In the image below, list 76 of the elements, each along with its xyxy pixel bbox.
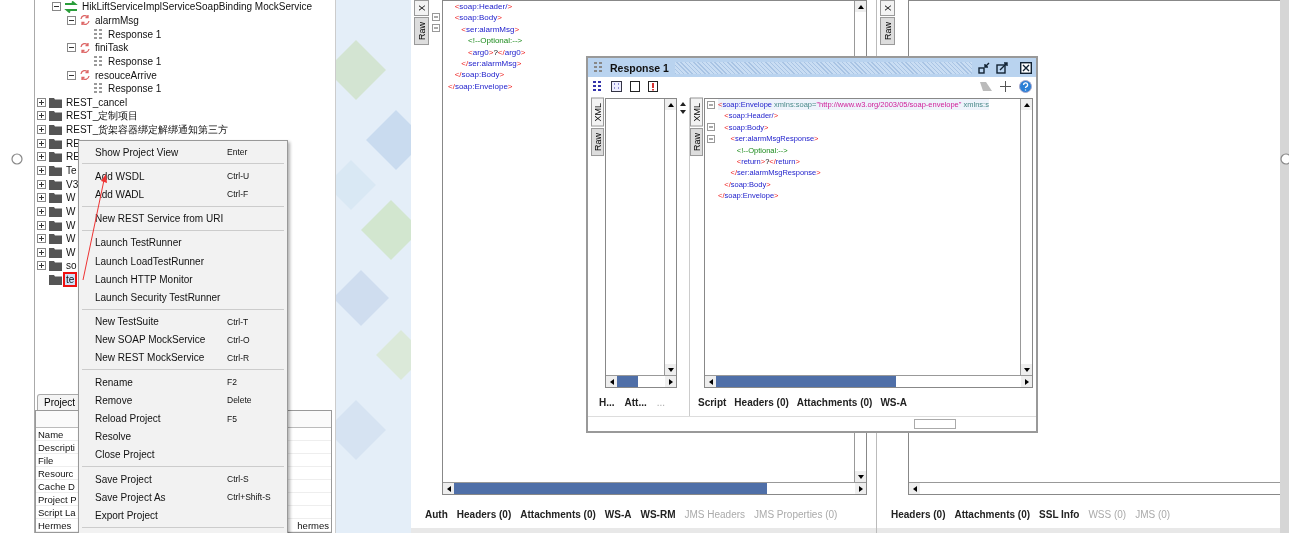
xml-line: <!--Optional:--> (467, 35, 523, 47)
xml-line: <soap:Body> (453, 12, 502, 24)
tree-item[interactable]: Response 1 (107, 83, 163, 95)
menu-item[interactable]: Add WADL Ctrl-F (79, 185, 287, 204)
tree-item[interactable]: W (65, 205, 77, 217)
tree-item[interactable]: REST_货架容器绑定解绑通知第三方 (65, 122, 230, 137)
menu-item[interactable]: Save Project As Ctrl+Shift-S (79, 488, 287, 507)
tree-item[interactable]: REST_cancel (65, 96, 129, 108)
property-name: Hermes (38, 519, 72, 531)
tree-item[interactable]: W (65, 192, 77, 204)
editor-tab[interactable]: WS-A (880, 396, 908, 408)
menu-item[interactable]: New REST MockService Ctrl-R (79, 348, 287, 368)
menu-item[interactable]: Resolve (79, 427, 287, 446)
tree-item[interactable]: resouceArrive (94, 69, 158, 81)
window-title: Response 1 (610, 61, 669, 74)
view-tab[interactable]: Raw (591, 127, 604, 156)
view-tab[interactable]: XML (591, 98, 604, 127)
property-name: Descripti (38, 441, 75, 453)
tree-item[interactable]: Te (65, 165, 78, 176)
tree-item[interactable]: V3 (65, 178, 80, 190)
tree-item[interactable]: finiTask (94, 42, 130, 54)
editor-tab[interactable]: Headers (0) (891, 509, 946, 520)
view-tab[interactable]: Raw (690, 127, 703, 156)
property-name: Cache D (38, 480, 75, 492)
tree-item[interactable]: HikLiftServiceImplServiceSoapBinding MockService (81, 1, 314, 13)
menu-item[interactable]: Launch HTTP Monitor (79, 270, 287, 289)
menu-item[interactable]: Rename F2 (79, 373, 287, 392)
property-name: Project P (38, 493, 77, 505)
editor-tab[interactable]: Auth (425, 509, 448, 520)
editor-tab[interactable]: Attachments (0) (954, 509, 1031, 520)
editor-tab[interactable]: Headers (0) (456, 509, 512, 520)
xml-line: </ser:alarmMsg> (460, 57, 522, 70)
menu-item[interactable]: Launch LoadTestRunner (79, 251, 287, 271)
xml-line: <arg0>?</arg0> (467, 46, 526, 58)
tree-item[interactable]: alarmMsg (94, 14, 140, 26)
tree-item[interactable]: so (65, 260, 78, 272)
editor-tab[interactable]: WS-A (604, 509, 632, 520)
property-name: Resourc (38, 467, 74, 479)
editor-tab[interactable]: SSL Info (1039, 509, 1080, 520)
xml-line: <ser:alarmMsg> (460, 23, 520, 36)
editor-tab[interactable]: H... (599, 396, 615, 408)
menu-item[interactable]: Reload Project F5 (79, 409, 287, 428)
tree-item[interactable]: REST_定制项目 (65, 108, 140, 123)
property-name: Name (38, 428, 64, 440)
property-name: Script La (38, 506, 76, 518)
tree-item[interactable]: Response 1 (107, 28, 163, 40)
tree-item[interactable]: Response 1 (107, 55, 163, 67)
tree-item[interactable]: W (65, 246, 77, 258)
menu-item[interactable]: Save Project Ctrl-S (79, 470, 287, 489)
view-tab[interactable]: Raw (880, 17, 895, 46)
property-value: hermes (297, 519, 330, 531)
tree-item[interactable]: W (65, 233, 77, 245)
menu-item[interactable]: New TestSuite Ctrl-T (79, 312, 287, 331)
view-tab[interactable]: X (414, 0, 429, 16)
view-tab[interactable]: X (880, 0, 895, 16)
tree-item[interactable]: te (65, 274, 76, 286)
menu-item[interactable]: Launch Security TestRunner (79, 288, 287, 307)
editor-tab[interactable]: Att... (624, 396, 647, 408)
editor-tab[interactable]: Script (698, 396, 727, 408)
menu-item[interactable]: New SOAP MockService Ctrl-O (79, 330, 287, 349)
editor-tab[interactable]: Attachments (0) (520, 509, 596, 520)
xml-line: <soap:Header/> (453, 1, 513, 13)
menu-item[interactable]: New REST Service from URI (79, 209, 287, 228)
xml-line: </soap:Body> (453, 69, 505, 81)
menu-item[interactable]: Close Project (79, 445, 287, 464)
property-name: File (38, 454, 54, 466)
view-tab[interactable]: XML (690, 98, 703, 127)
editor-tab[interactable]: WS-RM (640, 509, 676, 520)
view-tab[interactable]: Raw (414, 17, 429, 46)
tree-item[interactable]: W (65, 219, 77, 231)
editor-tab[interactable]: Headers (0) (734, 396, 789, 408)
editor-tab[interactable]: Attachments (0) (796, 396, 873, 408)
menu-item[interactable]: Export Project (79, 506, 287, 525)
xml-line: </soap:Envelope> (448, 80, 513, 93)
menu-item[interactable]: Show Project View Enter (79, 143, 287, 162)
menu-item[interactable]: Launch TestRunner (79, 233, 287, 252)
